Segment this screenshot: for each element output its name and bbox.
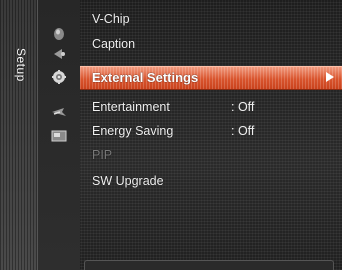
sound-icon[interactable]	[50, 46, 68, 62]
menu-item-label: Caption	[92, 37, 136, 51]
input-icon[interactable]	[50, 104, 68, 120]
menu-item-v-chip[interactable]: V-Chip	[80, 10, 342, 30]
tv-menu-screen: Setup V-Chip Caption External Settings E…	[0, 0, 342, 270]
menu-item-energy-saving[interactable]: Energy Saving : Off	[80, 122, 342, 142]
category-icon-column	[38, 0, 80, 270]
setup-menu-panel: V-Chip Caption External Settings Enterta…	[80, 0, 342, 270]
arrow-right-icon	[326, 72, 334, 82]
category-label: Setup	[14, 48, 28, 82]
menu-bottom-frame	[84, 260, 334, 270]
menu-item-label: External Settings	[92, 70, 199, 85]
menu-item-entertainment[interactable]: Entertainment : Off	[80, 98, 342, 118]
menu-item-external-settings[interactable]: External Settings	[80, 66, 342, 90]
application-icon[interactable]	[50, 128, 68, 144]
menu-item-caption[interactable]: Caption	[80, 35, 342, 55]
menu-item-label: PIP	[92, 148, 113, 162]
menu-item-label: Entertainment	[92, 100, 170, 114]
category-side-tab: Setup	[0, 0, 38, 270]
menu-item-label: Energy Saving	[92, 124, 174, 138]
menu-item-pip: PIP	[80, 146, 342, 166]
menu-item-label: V-Chip	[92, 12, 130, 26]
menu-item-label: SW Upgrade	[92, 174, 164, 188]
setup-icon[interactable]	[50, 69, 68, 85]
menu-item-sw-upgrade[interactable]: SW Upgrade	[80, 172, 342, 192]
menu-item-value: : Off	[231, 124, 255, 138]
menu-item-value: : Off	[231, 100, 255, 114]
picture-icon[interactable]	[50, 26, 68, 42]
